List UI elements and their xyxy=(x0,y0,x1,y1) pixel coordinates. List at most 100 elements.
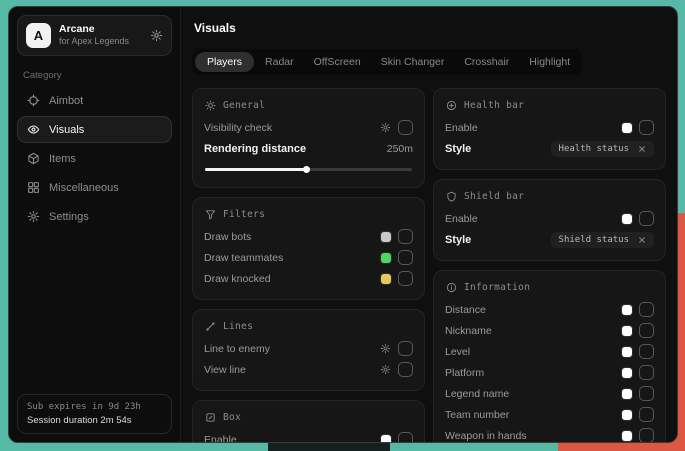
shield-icon xyxy=(446,191,457,202)
team-number-checkbox[interactable] xyxy=(639,407,654,422)
color-swatch[interactable] xyxy=(622,431,632,441)
general-card: General Visibility check Rendering dista… xyxy=(192,88,425,188)
row-label: View line xyxy=(204,364,246,376)
legend-name-row: Legend name xyxy=(445,383,654,404)
category-label: Category xyxy=(23,70,166,81)
color-swatch[interactable] xyxy=(622,123,632,133)
information-card-header: Information xyxy=(446,282,654,293)
tab-skin-changer[interactable]: Skin Changer xyxy=(372,52,454,72)
row-label: Level xyxy=(445,346,470,358)
sidebar-nav: Aimbot Visuals Items Miscellaneous Setti… xyxy=(17,87,172,230)
color-swatch[interactable] xyxy=(622,326,632,336)
color-swatch[interactable] xyxy=(381,435,391,443)
sidebar-item-label: Visuals xyxy=(49,124,84,136)
section-title: Health bar xyxy=(464,100,524,111)
nickname-checkbox[interactable] xyxy=(639,323,654,338)
app-window: A Arcane for Apex Legends Category Aimbo… xyxy=(8,6,678,443)
view-line-row: View line xyxy=(204,359,413,380)
selected-option: Shield status xyxy=(559,235,629,245)
legend-name-checkbox[interactable] xyxy=(639,386,654,401)
box-enable-checkbox[interactable] xyxy=(398,432,413,442)
sidebar-item-visuals[interactable]: Visuals xyxy=(17,116,172,143)
close-icon[interactable] xyxy=(638,145,646,153)
view-line-checkbox[interactable] xyxy=(398,362,413,377)
level-row: Level xyxy=(445,341,654,362)
health-enable-row: Enable xyxy=(445,117,654,138)
distance-row: Distance xyxy=(445,299,654,320)
sidebar-item-label: Miscellaneous xyxy=(49,182,119,194)
color-swatch[interactable] xyxy=(381,232,391,242)
brand-card: A Arcane for Apex Legends xyxy=(17,15,172,56)
gear-icon xyxy=(27,210,40,223)
settings-gear-icon[interactable] xyxy=(150,29,163,42)
color-swatch[interactable] xyxy=(622,214,632,224)
line-icon xyxy=(205,321,216,332)
team-number-row: Team number xyxy=(445,404,654,425)
line-to-enemy-row: Line to enemy xyxy=(204,338,413,359)
sidebar-item-items[interactable]: Items xyxy=(17,145,172,172)
gear-icon[interactable] xyxy=(380,122,391,133)
shield-style-select[interactable]: Shield status xyxy=(551,232,654,248)
tab-players[interactable]: Players xyxy=(195,52,254,72)
color-swatch[interactable] xyxy=(622,305,632,315)
health-enable-checkbox[interactable] xyxy=(639,120,654,135)
draw-knocked-checkbox[interactable] xyxy=(398,271,413,286)
shield-enable-checkbox[interactable] xyxy=(639,211,654,226)
app-logo: A xyxy=(26,23,51,48)
grid-icon xyxy=(27,181,40,194)
tab-highlight[interactable]: Highlight xyxy=(520,52,579,72)
section-title: Filters xyxy=(223,209,265,220)
close-icon[interactable] xyxy=(638,236,646,244)
rendering-distance-slider[interactable] xyxy=(205,166,412,173)
gear-icon[interactable] xyxy=(380,343,391,354)
sidebar-item-label: Settings xyxy=(49,211,89,223)
draw-bots-checkbox[interactable] xyxy=(398,229,413,244)
shield-bar-card-header: Shield bar xyxy=(446,191,654,202)
draw-knocked-row: Draw knocked xyxy=(204,268,413,289)
row-label: Line to enemy xyxy=(204,343,270,355)
row-label: Style xyxy=(445,234,471,246)
platform-checkbox[interactable] xyxy=(639,365,654,380)
row-label: Legend name xyxy=(445,388,509,400)
draw-teammates-row: Draw teammates xyxy=(204,247,413,268)
tab-radar[interactable]: Radar xyxy=(256,52,303,72)
tab-crosshair[interactable]: Crosshair xyxy=(455,52,518,72)
page-title: Visuals xyxy=(194,21,666,35)
visibility-check-checkbox[interactable] xyxy=(398,120,413,135)
color-swatch[interactable] xyxy=(622,347,632,357)
row-label: Draw knocked xyxy=(204,273,271,285)
sun-icon xyxy=(205,100,216,111)
row-label: Rendering distance xyxy=(204,143,306,155)
gear-icon[interactable] xyxy=(380,364,391,375)
weapon-in-hands-checkbox[interactable] xyxy=(639,428,654,442)
color-swatch[interactable] xyxy=(622,389,632,399)
draw-teammates-checkbox[interactable] xyxy=(398,250,413,265)
nickname-row: Nickname xyxy=(445,320,654,341)
color-swatch[interactable] xyxy=(622,410,632,420)
sidebar-item-settings[interactable]: Settings xyxy=(17,203,172,230)
row-label: Nickname xyxy=(445,325,492,337)
tab-offscreen[interactable]: OffScreen xyxy=(305,52,370,72)
distance-checkbox[interactable] xyxy=(639,302,654,317)
slider-knob[interactable] xyxy=(303,166,310,173)
box-enable-row: Enable xyxy=(204,429,413,442)
section-title: Shield bar xyxy=(464,191,524,202)
color-swatch[interactable] xyxy=(622,368,632,378)
color-swatch[interactable] xyxy=(381,253,391,263)
health-style-row: Style Health status xyxy=(445,138,654,159)
crosshair-icon xyxy=(27,94,40,107)
selected-option: Health status xyxy=(559,144,629,154)
wallpaper-dark-area xyxy=(268,442,390,451)
sidebar-item-miscellaneous[interactable]: Miscellaneous xyxy=(17,174,172,201)
filters-card-header: Filters xyxy=(205,209,413,220)
box-card: Box Enable Enable background xyxy=(192,400,425,442)
color-swatch[interactable] xyxy=(381,274,391,284)
health-style-select[interactable]: Health status xyxy=(551,141,654,157)
sidebar-item-aimbot[interactable]: Aimbot xyxy=(17,87,172,114)
line-to-enemy-checkbox[interactable] xyxy=(398,341,413,356)
cube-icon xyxy=(27,152,40,165)
level-checkbox[interactable] xyxy=(639,344,654,359)
filters-card: Filters Draw bots Draw teammates xyxy=(192,197,425,300)
visibility-check-row: Visibility check xyxy=(204,117,413,138)
weapon-in-hands-row: Weapon in hands xyxy=(445,425,654,442)
